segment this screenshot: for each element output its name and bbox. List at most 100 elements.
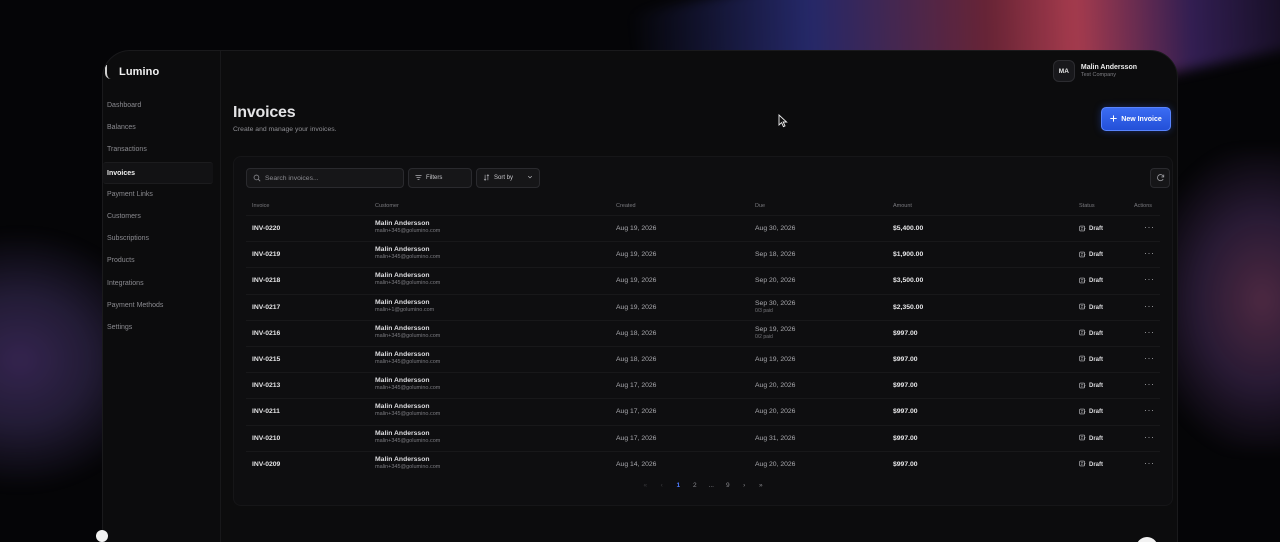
more-horizontal-icon[interactable]: ··· [1144,248,1155,258]
draft-icon [1079,303,1086,312]
draft-icon [1079,251,1086,260]
status-badge: Draft [1079,434,1103,443]
col-status[interactable]: Status [1079,203,1095,209]
invoice-id[interactable]: INV-0220 [252,225,280,232]
brand[interactable]: Lumino [103,65,159,79]
invoice-id[interactable]: INV-0218 [252,277,280,284]
col-amount[interactable]: Amount [893,203,912,209]
status-badge: Draft [1079,460,1103,469]
table-row[interactable]: INV-0216 Malin Andersson malin+345@golumin… [246,319,1160,346]
invoice-id[interactable]: INV-0215 [252,356,280,363]
more-horizontal-icon[interactable]: ··· [1144,353,1155,363]
refresh-icon [1156,169,1165,187]
app-window: Lumino Dashboard Balances Transactions Invo… [102,50,1178,542]
draft-icon [1079,460,1086,469]
due-date: Aug 20, 2026 [755,408,796,416]
customer-name: Malin Andersson [375,246,430,254]
invoice-id[interactable]: INV-0219 [252,251,280,258]
status-label: Draft [1089,356,1104,363]
search-box[interactable] [246,168,404,188]
due-cell: Aug 31, 2026 [755,435,795,442]
sidebar-item-products[interactable]: Products [103,250,213,272]
avatar[interactable]: MA [1052,60,1075,82]
due-paid-note: 0/3 paid [755,307,773,314]
col-invoice[interactable]: Invoice [252,203,269,209]
sidebar-item-subscriptions[interactable]: Subscriptions [103,228,213,250]
customer-name: Malin Andersson [375,429,430,437]
pagination-first-icon[interactable]: « [637,482,654,489]
due-cell: Sep 20, 2026 [755,277,795,284]
col-due[interactable]: Due [755,203,765,209]
filters-button[interactable]: Filters [408,168,472,188]
table-row[interactable]: INV-0215 Malin Andersson malin+345@golumin… [246,345,1160,372]
status-badge: Draft [1079,251,1103,260]
sidebar-item-payment-links[interactable]: Payment Links [103,184,213,206]
col-created[interactable]: Created [616,203,636,209]
invoice-id[interactable]: INV-0217 [252,304,280,311]
table-row[interactable]: INV-0213 Malin Andersson malin+345@golumin… [246,372,1160,398]
plus-icon [1110,114,1118,124]
customer-email: malin+345@golumino.com [375,463,441,470]
sidebar-item-customers[interactable]: Customers [103,206,213,228]
more-horizontal-icon[interactable]: ··· [1144,274,1155,284]
page-2[interactable]: 2 [687,482,704,489]
due-date: Aug 20, 2026 [755,460,796,468]
customer-name: Malin Andersson [375,350,430,358]
draft-icon [1079,382,1086,391]
due-date: Sep 18, 2026 [755,251,796,259]
customer-email: malin+345@golumino.com [375,358,441,365]
page-subtitle: Create and manage your invoices. [233,126,337,133]
draft-icon [1079,434,1086,443]
table-row[interactable]: INV-0217 Malin Andersson malin+1@golumino.… [246,293,1160,320]
table-row[interactable]: INV-0219 Malin Andersson malin+345@golumin… [246,241,1160,267]
table-row[interactable]: INV-0211 Malin Andersson malin+345@golumin… [246,398,1160,424]
sort-by-button[interactable]: Sort by [476,168,540,188]
page-9[interactable]: 9 [720,482,737,489]
pagination-prev-icon[interactable]: ‹ [654,482,671,489]
table-row[interactable]: INV-0220 Malin Andersson malin+345@golumin… [246,215,1160,241]
sidebar-item-balances[interactable]: Balances [103,117,213,139]
sidebar-item-settings[interactable]: Settings [103,317,213,339]
invoice-id[interactable]: INV-0216 [252,330,280,337]
invoice-id[interactable]: INV-0209 [252,461,280,468]
sidebar-item-dashboard[interactable]: Dashboard [103,95,213,117]
invoice-id[interactable]: INV-0210 [252,435,280,442]
sidebar-item-payment-methods[interactable]: Payment Methods [103,295,213,317]
more-horizontal-icon[interactable]: ··· [1144,379,1155,389]
more-horizontal-icon[interactable]: ··· [1144,405,1155,415]
pagination-last-icon[interactable]: » [753,482,770,489]
pagination-next-icon[interactable]: › [736,482,753,489]
customer-cell: Malin Andersson malin+345@golumino.com [375,456,440,470]
more-horizontal-icon[interactable]: ··· [1144,327,1155,337]
user-company: Test Company [1080,72,1117,78]
invoice-id[interactable]: INV-0213 [252,382,280,389]
search-input[interactable] [265,174,395,182]
col-customer[interactable]: Customer [375,203,399,209]
invoice-id[interactable]: INV-0211 [252,408,280,415]
user-menu[interactable]: MA Malin Andersson Test Company [1052,60,1137,82]
more-horizontal-icon[interactable]: ··· [1144,458,1155,468]
more-horizontal-icon[interactable]: ··· [1144,432,1155,442]
more-horizontal-icon[interactable]: ··· [1144,222,1155,232]
amount: $997.00 [893,434,918,442]
sidebar-item-invoices[interactable]: Invoices [103,161,213,184]
table-row[interactable]: INV-0210 Malin Andersson malin+345@golumin… [246,424,1160,451]
table-row[interactable]: INV-0218 Malin Andersson malin+345@golumin… [246,267,1160,293]
customer-email: malin+345@golumino.com [375,228,441,234]
status-badge: Draft [1079,225,1103,234]
page-1[interactable]: 1 [670,482,687,489]
refresh-button[interactable] [1150,168,1170,188]
pagination-ellipsis[interactable]: ... [703,482,720,489]
status-badge: Draft [1079,329,1103,338]
customer-name: Malin Andersson [375,220,430,227]
table-row[interactable]: INV-0209 Malin Andersson malin+345@golumin… [246,450,1160,477]
customer-cell: Malin Andersson malin+345@golumino.com [375,430,440,444]
new-invoice-button[interactable]: New Invoice [1101,107,1171,131]
due-cell: Aug 20, 2026 [755,382,795,389]
status-label: Draft [1089,226,1104,232]
main-content: MA Malin Andersson Test Company Invoices… [221,51,1177,542]
sidebar-item-integrations[interactable]: Integrations [103,273,213,295]
due-date: Aug 20, 2026 [755,382,796,390]
sidebar-item-transactions[interactable]: Transactions [103,139,213,161]
more-horizontal-icon[interactable]: ··· [1144,301,1155,311]
